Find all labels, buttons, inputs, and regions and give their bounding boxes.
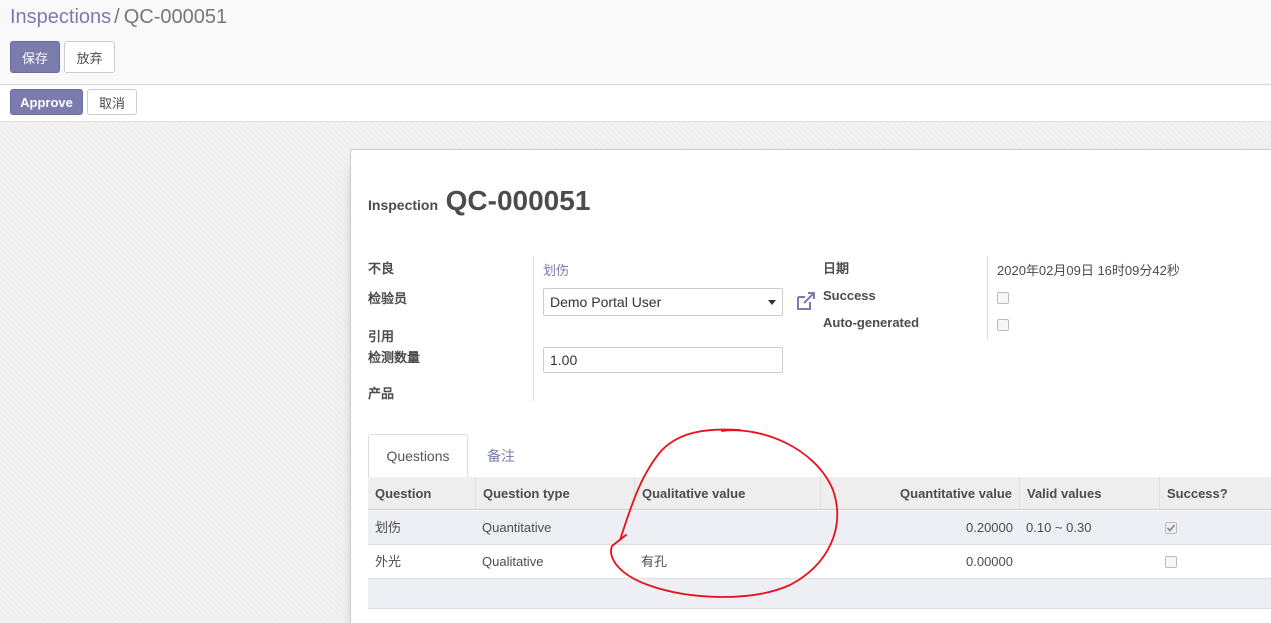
cell-question: 外光 — [375, 554, 402, 569]
breadcrumb-inspections-link[interactable]: Inspections — [10, 6, 111, 28]
field-divider-left — [533, 256, 534, 401]
column-question[interactable]: Question — [368, 477, 476, 510]
page-title: Inspection QC-000051 — [368, 185, 590, 217]
column-success[interactable]: Success? — [1160, 477, 1271, 510]
table-row[interactable]: 划伤 Quantitative 0.20000 0.10 ~ 0.30 — [368, 511, 1271, 545]
approve-button[interactable]: Approve — [10, 89, 83, 115]
auto-generated-checkbox[interactable] — [997, 319, 1009, 331]
cell-quantitative-value: 0.20000 — [966, 520, 1013, 535]
control-panel: Inspections / QC-000051 保存 放弃 — [0, 0, 1271, 85]
date-value: 2020年02月09日 16时09分42秒 — [997, 263, 1180, 278]
breadcrumb-current: QC-000051 — [123, 6, 228, 28]
cell-qualitative-value — [634, 511, 648, 545]
cell-valid-values: 0.10 ~ 0.30 — [1026, 520, 1092, 535]
defect-label: 不良 — [368, 261, 395, 276]
defect-link[interactable]: 划伤 — [543, 260, 569, 279]
breadcrumb-separator: / — [114, 6, 120, 28]
breadcrumb: Inspections / QC-000051 — [10, 5, 227, 29]
title-label: Inspection — [368, 197, 439, 213]
success-label: Success — [823, 288, 876, 303]
cell-question: 划伤 — [375, 520, 402, 535]
inspector-select[interactable]: Demo Portal User — [543, 288, 783, 316]
product-label: 产品 — [368, 386, 395, 401]
column-valid-values[interactable]: Valid values — [1020, 477, 1160, 510]
dropdown-caret-icon — [768, 300, 776, 305]
table-row[interactable]: 外光 Qualitative 有孔 0.00000 — [368, 545, 1271, 579]
field-divider-right — [987, 256, 988, 340]
success-checkbox[interactable] — [997, 292, 1009, 304]
cell-question-type: Quantitative — [482, 520, 552, 535]
cell-qualitative-value: 有孔 — [641, 554, 668, 569]
cell-question-type: Qualitative — [482, 554, 544, 569]
tab-questions[interactable]: Questions — [368, 434, 468, 478]
quantity-label: 检测数量 — [368, 350, 421, 365]
reference-label: 引用 — [368, 329, 395, 344]
table-header: Question Question type Qualitative value… — [368, 477, 1271, 510]
column-question-type[interactable]: Question type — [476, 477, 635, 510]
external-link-icon[interactable] — [795, 291, 817, 311]
title-name: QC-000051 — [445, 185, 591, 216]
cell-valid-values — [1019, 545, 1033, 579]
date-label: 日期 — [823, 261, 850, 276]
tab-notes[interactable]: 备注 — [468, 434, 534, 478]
auto-generated-label: Auto-generated — [823, 315, 920, 330]
column-quantitative-value[interactable]: Quantitative value — [821, 477, 1020, 510]
notebook-tabs: Questions 备注 — [368, 434, 1271, 478]
table-row-empty — [368, 579, 1271, 609]
save-button[interactable]: 保存 — [10, 41, 60, 73]
discard-button[interactable]: 放弃 — [64, 41, 115, 73]
quantity-input[interactable]: 1.00 — [543, 347, 783, 373]
success-unchecked-icon — [1165, 556, 1177, 568]
success-checked-icon — [1165, 522, 1177, 534]
cancel-button[interactable]: 取消 — [87, 89, 137, 115]
column-qualitative-value[interactable]: Qualitative value — [635, 477, 821, 510]
cell-quantitative-value: 0.00000 — [966, 554, 1013, 569]
inspector-value: Demo Portal User — [550, 294, 662, 310]
inspector-label: 检验员 — [368, 291, 408, 306]
statusbar: Approve 取消 — [0, 86, 1271, 122]
